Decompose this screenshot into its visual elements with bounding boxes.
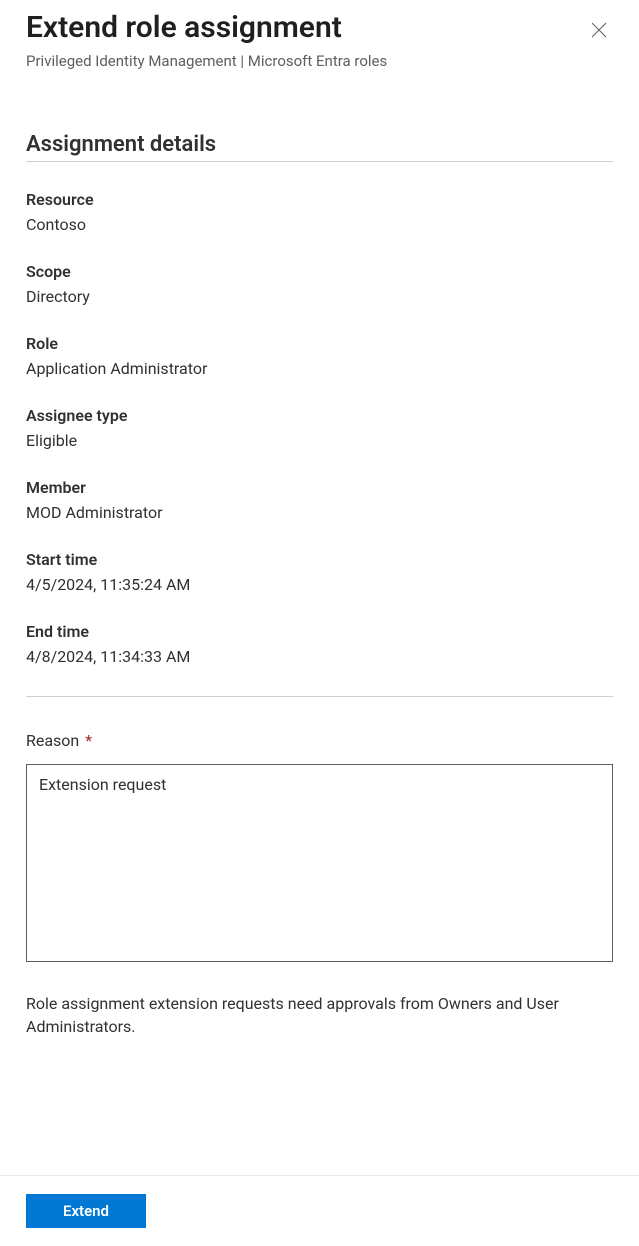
close-icon [591,22,607,38]
field-label-resource: Resource [26,190,613,209]
field-scope: Scope Directory [26,262,613,306]
panel-title: Extend role assignment [26,10,585,46]
field-value-role: Application Administrator [26,359,613,378]
required-indicator: * [85,731,92,750]
extend-role-assignment-panel: Extend role assignment Privileged Identi… [0,0,639,1038]
reason-field: Reason * [26,731,613,966]
panel-footer: Extend [0,1175,639,1246]
section-title-assignment-details: Assignment details [26,132,613,162]
close-button[interactable] [585,16,613,47]
panel-subtitle: Privileged Identity Management | Microso… [26,52,585,70]
panel-header: Extend role assignment Privileged Identi… [26,10,613,70]
reason-label-text: Reason [26,731,79,750]
field-value-start-time: 4/5/2024, 11:35:24 AM [26,575,613,594]
approval-info-text: Role assignment extension requests need … [26,992,613,1038]
field-start-time: Start time 4/5/2024, 11:35:24 AM [26,550,613,594]
field-value-end-time: 4/8/2024, 11:34:33 AM [26,647,613,666]
field-value-resource: Contoso [26,215,613,234]
field-member: Member MOD Administrator [26,478,613,522]
field-value-assignee-type: Eligible [26,431,613,450]
header-text-block: Extend role assignment Privileged Identi… [26,10,585,70]
field-label-role: Role [26,334,613,353]
field-label-assignee-type: Assignee type [26,406,613,425]
divider [26,696,613,697]
field-end-time: End time 4/8/2024, 11:34:33 AM [26,622,613,666]
extend-button[interactable]: Extend [26,1194,146,1228]
reason-label: Reason * [26,731,92,750]
field-label-end-time: End time [26,622,613,641]
field-assignee-type: Assignee type Eligible [26,406,613,450]
field-label-start-time: Start time [26,550,613,569]
reason-textarea[interactable] [26,764,613,962]
field-value-member: MOD Administrator [26,503,613,522]
field-resource: Resource Contoso [26,190,613,234]
field-label-scope: Scope [26,262,613,281]
field-role: Role Application Administrator [26,334,613,378]
field-value-scope: Directory [26,287,613,306]
field-label-member: Member [26,478,613,497]
